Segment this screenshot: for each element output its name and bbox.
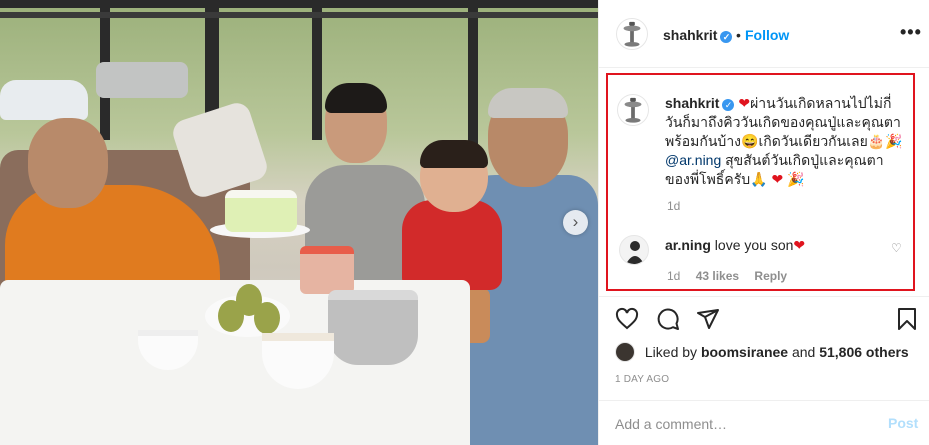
window-frame	[0, 12, 598, 18]
comment-likes[interactable]: 43 likes	[696, 269, 739, 283]
avatar[interactable]	[616, 18, 648, 50]
comments-section: shahkrit ✓ ❤ผ่านวันเกิดหลานไปไม่กี่วันก็ม…	[606, 73, 915, 291]
window-frame	[0, 0, 598, 8]
liked-by-and: and	[791, 344, 816, 360]
liked-by-others[interactable]: 51,806 others	[819, 344, 909, 360]
baby	[402, 200, 502, 290]
mango	[254, 302, 280, 334]
caption-avatar[interactable]	[617, 94, 649, 126]
comment-username[interactable]: ar.ning	[665, 237, 711, 253]
liker-avatar[interactable]	[615, 342, 635, 362]
comment-heart-icon[interactable]: ♡	[891, 241, 902, 255]
caption-username[interactable]: shahkrit	[665, 95, 719, 111]
separator-dot: •	[736, 27, 741, 43]
action-bar	[599, 296, 929, 340]
post-username[interactable]: shahkrit ✓	[663, 27, 733, 43]
bookmark-icon[interactable]	[895, 307, 919, 331]
post-photo[interactable]: ›	[0, 0, 598, 445]
caption-text-part: เกิดวันเดียวกันเลย	[758, 133, 868, 149]
more-options-icon[interactable]: •••	[900, 22, 922, 43]
birthday-cake	[225, 190, 297, 232]
monk-head	[28, 118, 108, 208]
verified-badge-icon: ✓	[722, 99, 735, 111]
heart-emoji-icon: ❤	[793, 237, 806, 253]
party-popper-emoji-icon: 🎉	[787, 171, 805, 187]
add-comment-bar: Post	[599, 400, 929, 445]
cake-emoji-icon: 🎂	[867, 133, 886, 149]
person-silhouette-icon	[626, 241, 644, 264]
liked-by-prefix: Liked by	[644, 344, 698, 360]
post-panel: shahkrit ✓ • Follow ••• shahkrit ✓ ❤ผ่านวั…	[598, 0, 929, 445]
liker-username[interactable]: boomsiranee	[701, 344, 788, 360]
praying-hands-emoji-icon: 🙏	[750, 171, 768, 187]
parked-car	[0, 80, 88, 120]
share-icon[interactable]	[696, 307, 720, 331]
post-header: shahkrit ✓ • Follow •••	[599, 0, 929, 68]
comment-avatar[interactable]	[619, 235, 649, 265]
chevron-right-icon[interactable]: ›	[563, 210, 588, 235]
comment-meta: 1d 43 likes Reply	[667, 269, 787, 283]
heart-icon[interactable]	[615, 307, 639, 331]
window-frame	[468, 0, 478, 160]
username-text[interactable]: shahkrit	[663, 27, 717, 43]
heart-emoji-icon: ❤	[738, 95, 751, 111]
baby-hair	[420, 140, 488, 168]
post-timestamp[interactable]: 1 DAY AGO	[615, 374, 669, 385]
comment-age[interactable]: 1d	[667, 269, 680, 283]
fountain-logo-icon	[623, 21, 641, 47]
caption-text: shahkrit ✓ ❤ผ่านวันเกิดหลานไปไม่กี่วันก็ม…	[665, 94, 905, 189]
post-button[interactable]: Post	[888, 415, 918, 431]
window-frame	[312, 0, 322, 140]
comment-text: ar.ning love you son❤	[665, 237, 805, 254]
reply-button[interactable]: Reply	[754, 269, 787, 283]
pot	[328, 290, 418, 365]
liked-by: Liked by boomsiranee and 51,806 others	[615, 342, 909, 362]
parked-truck	[96, 62, 188, 98]
elder-man-hair	[488, 88, 568, 118]
fountain-logo-icon	[624, 97, 642, 123]
heart-emoji-icon: ❤	[771, 171, 784, 187]
grinning-emoji-icon: 😄	[741, 133, 759, 149]
man-hair	[325, 83, 387, 113]
verified-badge-icon: ✓	[720, 31, 733, 43]
comment-input[interactable]	[615, 413, 865, 435]
follow-button[interactable]: Follow	[745, 27, 789, 43]
party-popper-emoji-icon: 🎉	[885, 133, 903, 149]
food-container	[300, 246, 354, 294]
caption-age[interactable]: 1d	[667, 199, 680, 213]
mention-link[interactable]: @ar.ning	[665, 152, 721, 168]
comment-body: love you son	[714, 237, 794, 253]
comment-icon[interactable]	[656, 307, 680, 331]
